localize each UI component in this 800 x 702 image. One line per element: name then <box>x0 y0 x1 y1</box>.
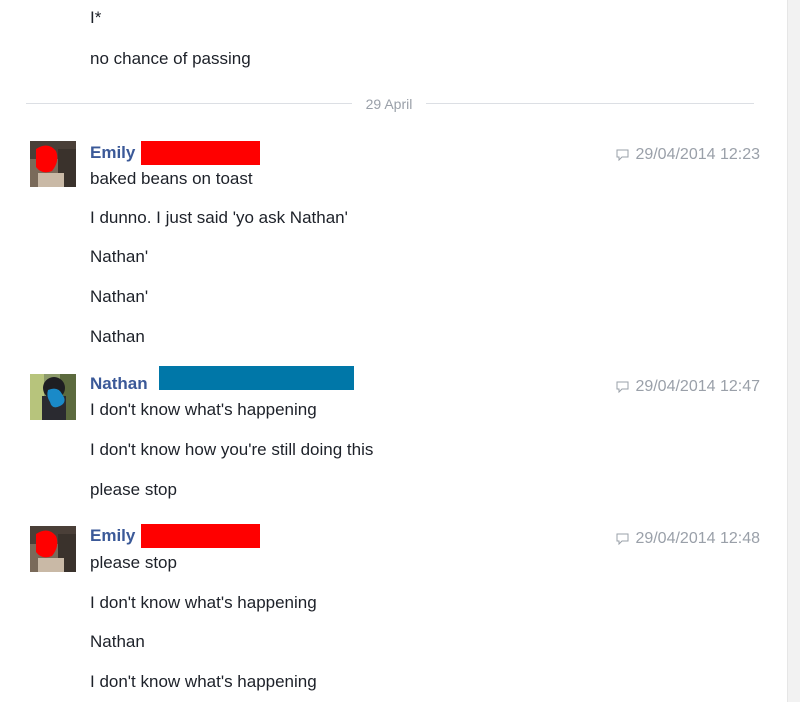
speech-bubble-icon <box>616 149 629 161</box>
avatar-photo <box>30 374 76 420</box>
author-name[interactable]: Emily <box>90 143 135 163</box>
chat-transcript: I* no chance of passing 29 April Emily 2… <box>0 0 788 702</box>
divider-rule <box>426 103 754 104</box>
message-text: I don't know what's happening <box>90 593 317 612</box>
message-text: Nathan <box>90 327 145 346</box>
message-text: Nathan' <box>90 247 149 266</box>
message-timestamp[interactable]: 29/04/2014 12:48 <box>616 529 760 549</box>
message-timestamp[interactable]: 29/04/2014 12:47 <box>616 377 760 397</box>
date-divider-label: 29 April <box>365 96 413 112</box>
date-divider: 29 April <box>26 95 754 113</box>
message-text: Nathan' <box>90 287 149 306</box>
message-timestamp[interactable]: 29/04/2014 12:23 <box>616 145 760 165</box>
timestamp-text: 29/04/2014 12:48 <box>635 530 760 547</box>
redaction-bar <box>159 366 354 390</box>
timestamp-text: 29/04/2014 12:47 <box>635 378 760 395</box>
author-name[interactable]: Emily <box>90 526 135 546</box>
message-text: I dunno. I just said 'yo ask Nathan' <box>90 208 348 227</box>
redaction-bar <box>141 524 260 548</box>
avatar[interactable] <box>30 374 76 420</box>
speech-bubble-icon <box>616 533 629 545</box>
timestamp-text: 29/04/2014 12:23 <box>635 146 760 163</box>
author-name[interactable]: Nathan <box>90 374 148 394</box>
message-text: I* <box>90 8 102 27</box>
divider-rule <box>26 103 352 104</box>
message-text: I don't know what's happening <box>90 672 317 691</box>
message-text: please stop <box>90 553 177 572</box>
message-text: no chance of passing <box>90 49 251 68</box>
message-text: I don't know how you're still doing this <box>90 440 374 459</box>
scrollbar-track[interactable] <box>787 0 800 702</box>
message-text: Nathan <box>90 632 145 651</box>
speech-bubble-icon <box>616 381 629 393</box>
avatar[interactable] <box>30 526 76 572</box>
message-text: I don't know what's happening <box>90 400 317 419</box>
avatar[interactable] <box>30 141 76 187</box>
message-text: please stop <box>90 480 177 499</box>
avatar-photo <box>30 141 76 187</box>
message-text: baked beans on toast <box>90 169 253 188</box>
redaction-bar <box>141 141 260 165</box>
avatar-photo <box>30 526 76 572</box>
